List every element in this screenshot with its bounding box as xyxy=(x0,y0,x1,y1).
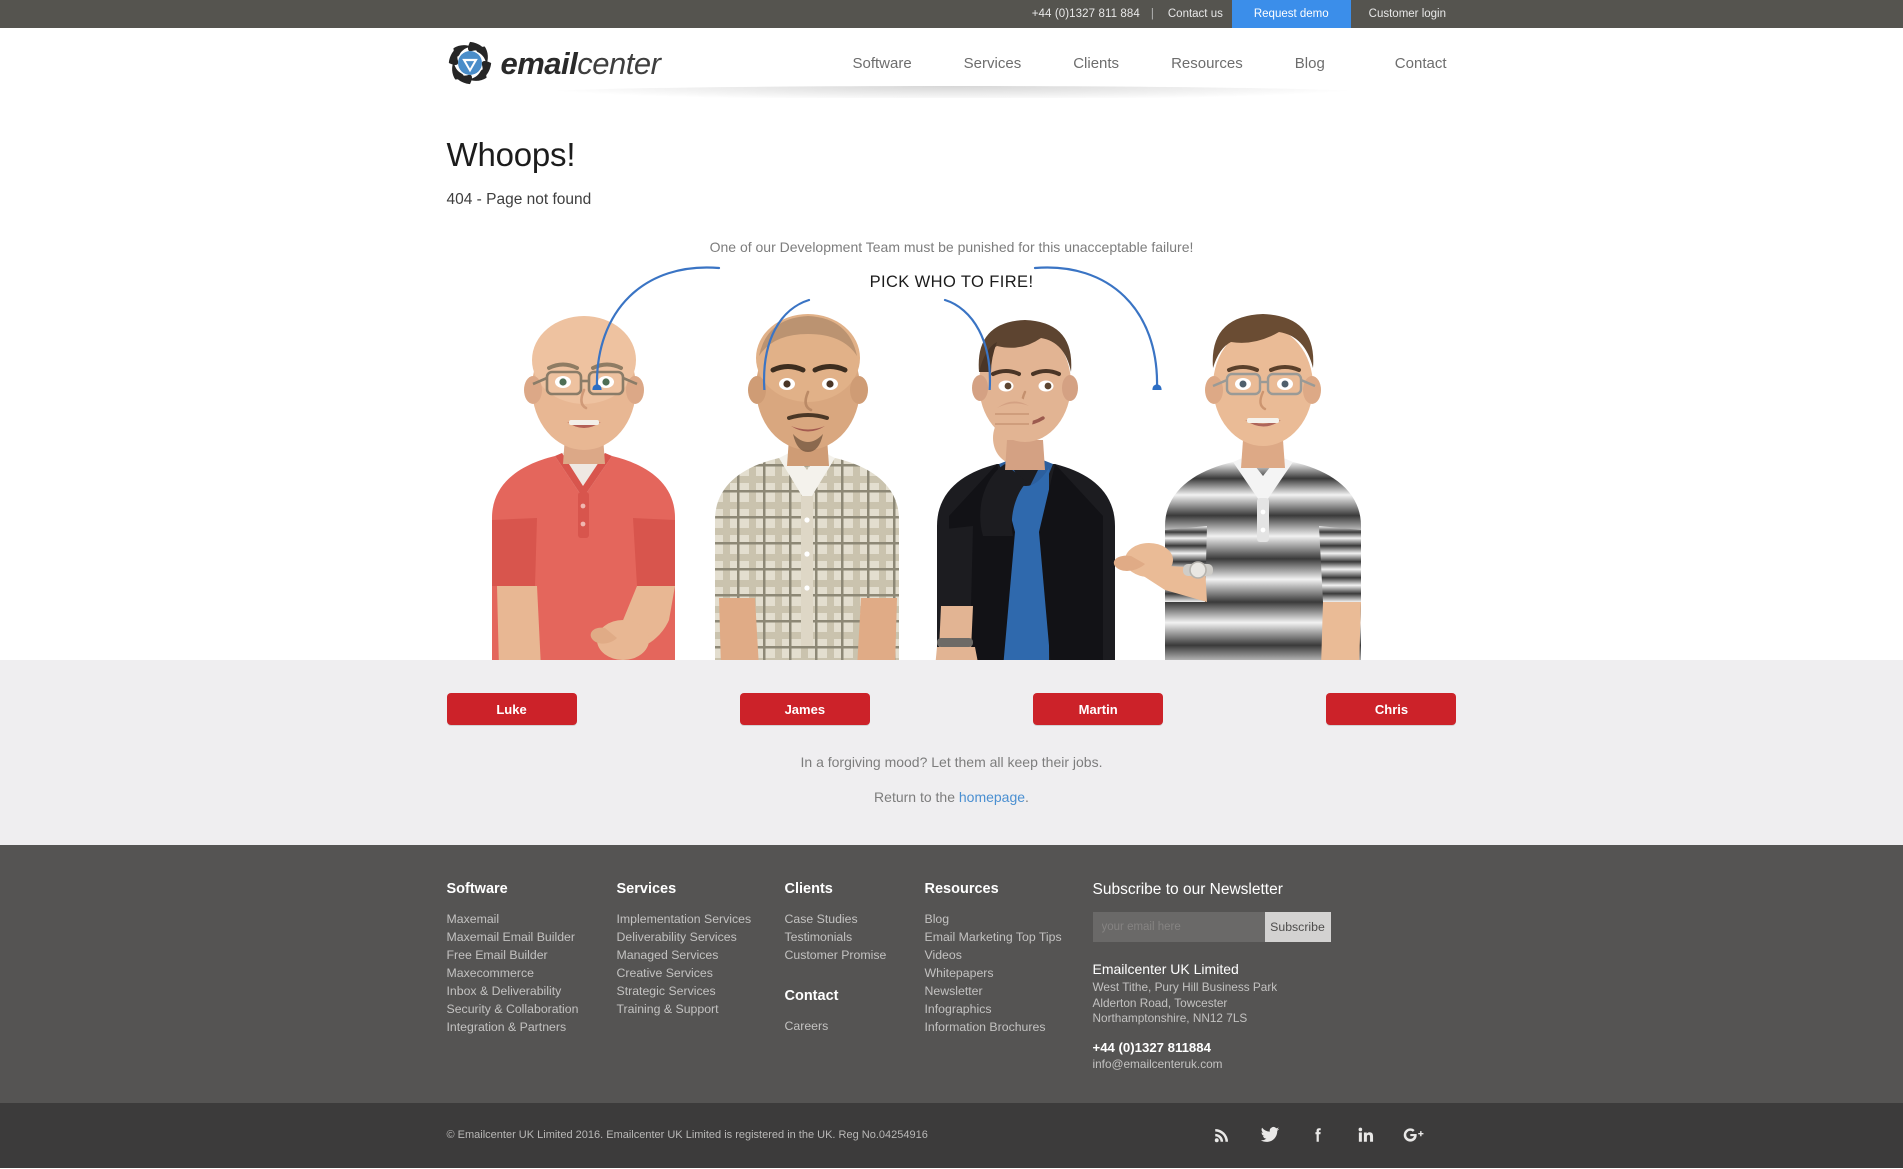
nav-item-contact[interactable]: Contact xyxy=(1351,55,1457,72)
fire-button-luke[interactable]: Luke xyxy=(446,693,577,725)
footer-link-maxecommerce[interactable]: Maxecommerce xyxy=(447,964,599,982)
main-content: Whoops! 404 - Page not found One of our … xyxy=(0,98,1903,660)
footer-column-newsletter: Subscribe to our Newsletter Subscribe Em… xyxy=(1092,881,1383,1073)
footer-link-videos[interactable]: Videos xyxy=(925,946,1075,964)
googleplus-icon[interactable] xyxy=(1401,1122,1427,1148)
forgiving-message: In a forgiving mood? Let them all keep t… xyxy=(800,754,1103,770)
error-subtitle: 404 - Page not found xyxy=(446,191,592,208)
return-home-line: Return to the homepage. xyxy=(447,770,1457,805)
footer-inner: Software Maxemail Maxemail Email Builder… xyxy=(437,881,1467,1073)
footer-link-integration-partners[interactable]: Integration & Partners xyxy=(447,1018,599,1036)
newsletter-title: Subscribe to our Newsletter xyxy=(1092,881,1283,898)
company-address-line3: Northamptonshire, NN12 7LS xyxy=(1092,1011,1248,1025)
footer-heading-contact: Contact xyxy=(784,988,839,1004)
twitter-icon[interactable] xyxy=(1257,1122,1283,1148)
punish-message: One of our Development Team must be puni… xyxy=(709,239,1194,255)
return-suffix: . xyxy=(1025,789,1029,805)
footer-link-maxemail[interactable]: Maxemail xyxy=(447,910,599,928)
header-inner: emailcenter Software Services Clients Re… xyxy=(437,28,1467,98)
footer-link-blog[interactable]: Blog xyxy=(925,910,1075,928)
company-name: Emailcenter UK Limited xyxy=(1092,961,1239,977)
main-navigation: Software Services Clients Resources Blog… xyxy=(826,55,1456,72)
choice-section: Luke James Martin Chris In a forgiving m… xyxy=(0,660,1903,845)
logo[interactable]: emailcenter xyxy=(447,40,661,86)
utility-bar: +44 (0)1327 811 884 | Contact us Request… xyxy=(0,0,1903,28)
footer-link-careers[interactable]: Careers xyxy=(785,1017,907,1035)
utility-separator: | xyxy=(1150,8,1154,20)
footer-link-implementation-services[interactable]: Implementation Services xyxy=(617,910,767,928)
footer-heading-resources: Resources xyxy=(924,881,999,897)
social-links xyxy=(1209,1122,1457,1148)
footer-column-services: Services Implementation Services Deliver… xyxy=(617,881,785,1018)
footer-link-free-email-builder[interactable]: Free Email Builder xyxy=(447,946,599,964)
contact-us-link[interactable]: Contact us xyxy=(1159,0,1232,28)
nav-item-services[interactable]: Services xyxy=(938,55,1048,72)
footer-link-infographics[interactable]: Infographics xyxy=(925,1000,1075,1018)
footer-column-clients: Clients Case Studies Testimonials Custom… xyxy=(785,881,925,1035)
footer-link-strategic-services[interactable]: Strategic Services xyxy=(617,982,767,1000)
company-email-link[interactable]: info@emailcenteruk.com xyxy=(1093,1057,1223,1071)
choice-inner: Luke James Martin Chris In a forgiving m… xyxy=(437,693,1467,805)
emailcenter-logo-icon xyxy=(448,41,491,85)
rss-icon[interactable] xyxy=(1209,1122,1235,1148)
linkedin-icon[interactable] xyxy=(1353,1122,1379,1148)
fire-button-chris[interactable]: Chris xyxy=(1326,693,1457,725)
return-prefix: Return to the xyxy=(874,789,959,805)
footer-heading-services: Services xyxy=(616,881,677,897)
company-address-line1: West Tithe, Pury Hill Business Park xyxy=(1092,980,1278,994)
footer-link-information-brochures[interactable]: Information Brochures xyxy=(925,1018,1075,1036)
footer-link-testimonials[interactable]: Testimonials xyxy=(785,928,907,946)
logo-wordmark: emailcenter xyxy=(501,48,661,79)
phone-number: +44 (0)1327 811 884 xyxy=(1031,8,1140,20)
main-inner: Whoops! 404 - Page not found One of our … xyxy=(437,98,1467,660)
newsletter-subscribe-button[interactable]: Subscribe xyxy=(1264,912,1331,942)
development-team-photo xyxy=(491,314,1361,660)
footer-link-case-studies[interactable]: Case Studies xyxy=(785,910,907,928)
company-phone: +44 (0)1327 811884 xyxy=(1092,1039,1211,1055)
facebook-icon[interactable] xyxy=(1305,1122,1331,1148)
footer-link-inbox-deliverability[interactable]: Inbox & Deliverability xyxy=(447,982,599,1000)
utility-bar-items: +44 (0)1327 811 884 | Contact us Request… xyxy=(1032,0,1455,28)
copyright-bar: © Emailcenter UK Limited 2016. Emailcent… xyxy=(0,1102,1903,1168)
nav-item-software[interactable]: Software xyxy=(826,55,937,72)
footer-link-maxemail-builder[interactable]: Maxemail Email Builder xyxy=(447,928,599,946)
pick-heading: PICK WHO TO FIRE! xyxy=(869,273,1034,291)
footer-link-security-collaboration[interactable]: Security & Collaboration xyxy=(447,1000,599,1018)
homepage-link[interactable]: homepage xyxy=(959,789,1025,805)
footer-link-whitepapers[interactable]: Whitepapers xyxy=(925,964,1075,982)
copyright-text: © Emailcenter UK Limited 2016. Emailcent… xyxy=(446,1129,928,1141)
person-chris xyxy=(1113,314,1361,660)
logo-wordmark-bold: email xyxy=(500,45,578,81)
nav-item-clients[interactable]: Clients xyxy=(1047,55,1145,72)
footer-heading-software: Software xyxy=(446,881,508,897)
footer-column-resources: Resources Blog Email Marketing Top Tips … xyxy=(925,881,1093,1036)
person-martin xyxy=(935,320,1115,660)
footer-link-managed-services[interactable]: Managed Services xyxy=(617,946,767,964)
copyright-bar-inner: © Emailcenter UK Limited 2016. Emailcent… xyxy=(437,1103,1467,1168)
newsletter-email-input[interactable] xyxy=(1092,912,1265,942)
nav-item-resources[interactable]: Resources xyxy=(1145,55,1269,72)
footer-link-training-support[interactable]: Training & Support xyxy=(617,1000,767,1018)
newsletter-form: Subscribe xyxy=(1092,912,1331,942)
site-footer: Software Maxemail Maxemail Email Builder… xyxy=(0,845,1903,1103)
footer-link-newsletter[interactable]: Newsletter xyxy=(925,982,1075,1000)
footer-heading-clients: Clients xyxy=(784,881,833,897)
footer-link-email-marketing-top-tips[interactable]: Email Marketing Top Tips xyxy=(925,928,1075,946)
page-title: Whoops! xyxy=(446,136,576,173)
fire-button-james[interactable]: James xyxy=(739,693,870,725)
logo-wordmark-light: center xyxy=(577,45,661,81)
request-demo-button[interactable]: Request demo xyxy=(1231,0,1351,28)
footer-column-software: Software Maxemail Maxemail Email Builder… xyxy=(447,881,617,1036)
fire-button-row: Luke James Martin Chris xyxy=(446,693,1457,725)
footer-link-deliverability-services[interactable]: Deliverability Services xyxy=(617,928,767,946)
customer-login-link[interactable]: Customer login xyxy=(1351,0,1455,28)
company-address-line2: Alderton Road, Towcester xyxy=(1092,995,1228,1010)
footer-link-customer-promise[interactable]: Customer Promise xyxy=(785,946,907,964)
nav-item-blog[interactable]: Blog xyxy=(1269,55,1351,72)
site-header: emailcenter Software Services Clients Re… xyxy=(0,28,1903,100)
footer-link-creative-services[interactable]: Creative Services xyxy=(617,964,767,982)
person-james xyxy=(714,314,899,660)
fire-button-martin[interactable]: Martin xyxy=(1033,693,1164,725)
person-luke xyxy=(491,316,675,660)
